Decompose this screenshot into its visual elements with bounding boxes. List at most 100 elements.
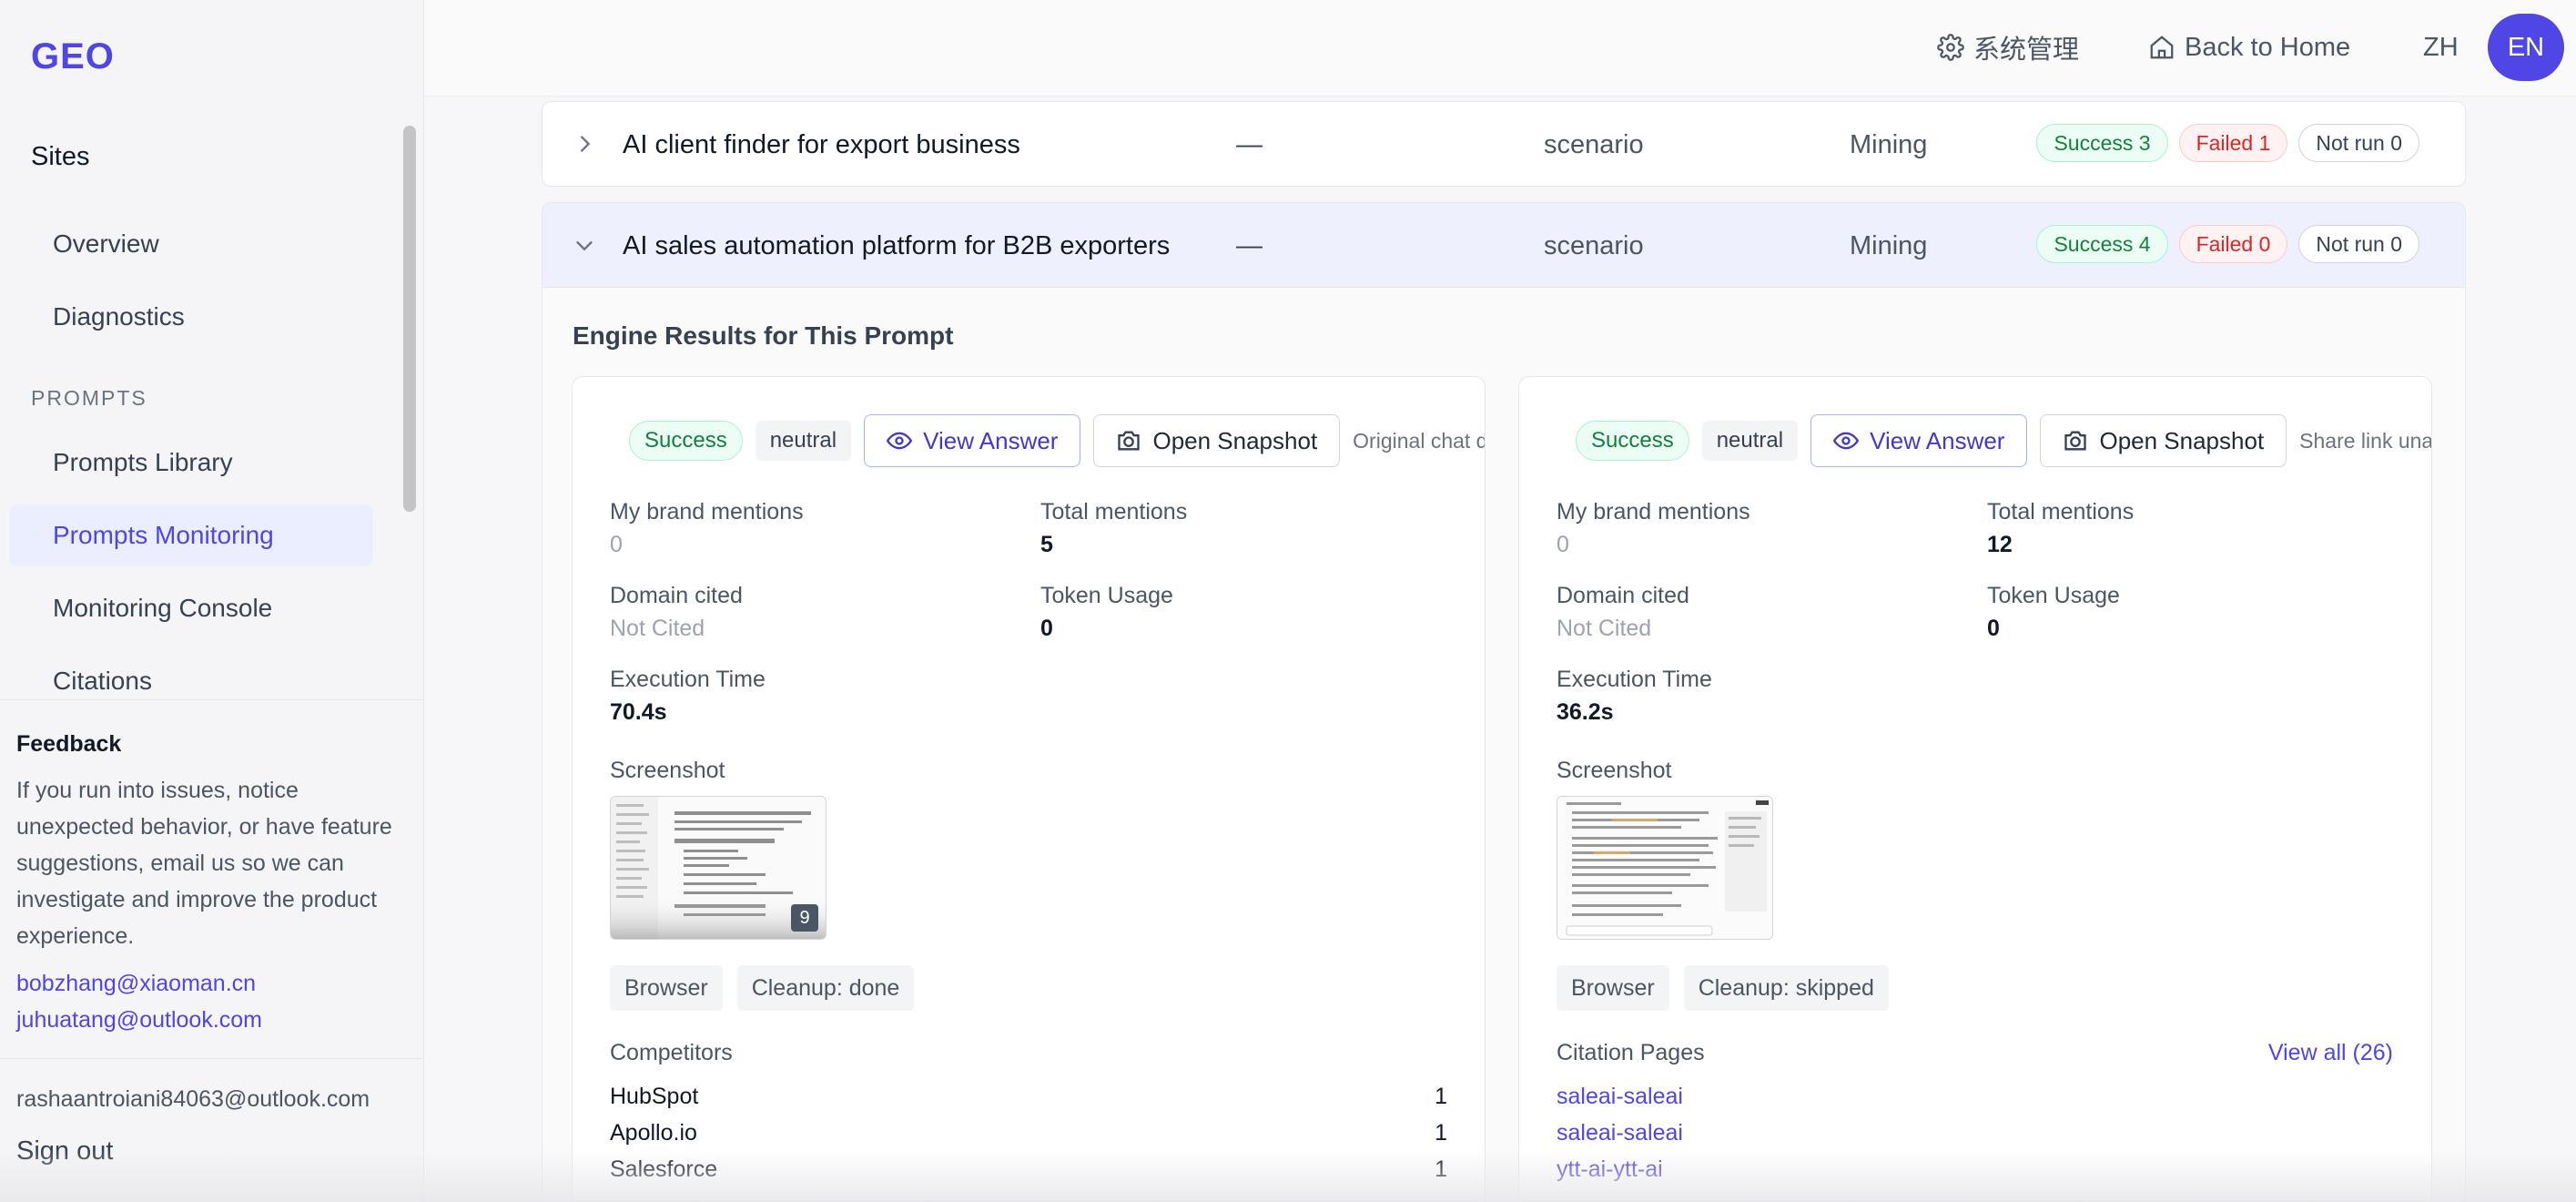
failed-badge: Failed 1	[2178, 124, 2288, 162]
app-logo[interactable]: GEO	[31, 36, 115, 77]
total-mentions-label: Total mentions	[1040, 499, 1188, 525]
panel-title: Engine Results for This Prompt	[573, 321, 954, 350]
prompt-brand: —	[1236, 231, 1263, 260]
failed-badge: Failed 0	[2178, 225, 2288, 263]
total-mentions-value: 5	[1040, 532, 1053, 557]
prompt-row[interactable]: AI client finder for export business — s…	[542, 101, 2466, 187]
account-section: rashaantroiani84063@outlook.com Sign out	[0, 1058, 424, 1166]
sidebar-scroll-thumb[interactable]	[403, 126, 416, 512]
prompt-name: AI sales automation platform for B2B exp…	[623, 231, 1171, 260]
sidebar-item-overview[interactable]: Overview	[9, 213, 373, 275]
sidebar-item-citations[interactable]: Citations	[9, 650, 373, 701]
sidebar-item-prompts-monitoring[interactable]: Prompts Monitoring	[9, 504, 373, 566]
domain-cited-value: Not Cited	[610, 616, 705, 641]
prompt-mode: Mining	[1850, 231, 1928, 260]
back-home-button[interactable]: Back to Home	[2148, 27, 2350, 67]
competitor-name: HubSpot	[610, 1084, 699, 1109]
gear-icon	[1937, 34, 1964, 61]
screenshot-thumbnail[interactable]: 9	[610, 796, 827, 940]
citation-link[interactable]: ytt-ai-ytt-ai	[1557, 1156, 1663, 1183]
view-answer-button[interactable]: View Answer	[1810, 414, 2028, 467]
view-answer-label: View Answer	[923, 426, 1059, 454]
camera-icon	[1118, 431, 1141, 451]
success-badge: Success 4	[2036, 225, 2168, 263]
prompt-type: scenario	[1544, 130, 1644, 159]
open-snapshot-label: Open Snapshot	[2099, 426, 2265, 454]
token-usage-label: Token Usage	[1987, 583, 2120, 608]
execution-time-value: 70.4s	[610, 699, 667, 725]
token-usage-value: 0	[1987, 616, 2000, 641]
eye-icon	[1833, 432, 1860, 450]
competitor-count: 1	[1435, 1156, 1447, 1182]
lang-en-button[interactable]: EN	[2488, 14, 2564, 81]
feedback-title: Feedback	[16, 731, 122, 757]
account-email: rashaantroiani84063@outlook.com	[16, 1086, 370, 1112]
screenshot-thumbnail[interactable]	[1557, 796, 1773, 940]
execution-time-label: Execution Time	[610, 667, 766, 692]
execution-time-label: Execution Time	[1557, 667, 1712, 692]
card-toolbar: Success neutral View Answer Open Snapsho…	[1576, 414, 2432, 467]
competitor-row: Salesforce 1	[610, 1156, 1447, 1193]
card-toolbar: Success neutral View Answer Open Snapsho…	[629, 414, 1486, 467]
cleanup-chip: Cleanup: skipped	[1683, 965, 1889, 1011]
domain-cited-label: Domain cited	[610, 583, 743, 608]
sign-out-button[interactable]: Sign out	[16, 1136, 408, 1166]
competitor-name: Salesforce	[610, 1156, 718, 1182]
admin-settings-button[interactable]: 系统管理	[1937, 27, 2079, 67]
brand-mentions-label: My brand mentions	[1557, 499, 1750, 525]
status-badge: Success	[629, 421, 743, 461]
competitor-name: Apollo.io	[610, 1120, 697, 1146]
sentiment-tag: neutral	[755, 421, 852, 461]
total-mentions-label: Total mentions	[1987, 499, 2135, 525]
not-run-badge: Not run 0	[2298, 124, 2419, 162]
open-snapshot-button[interactable]: Open Snapshot	[2040, 414, 2287, 467]
sidebar-item-monitoring-console[interactable]: Monitoring Console	[9, 577, 373, 639]
eye-icon	[887, 432, 913, 450]
feedback-email-link[interactable]: juhuatang@outlook.com	[16, 1002, 408, 1038]
competitor-count: 1	[1435, 1084, 1447, 1109]
card-chips: Browser Cleanup: skipped	[1557, 965, 1889, 1011]
prompt-row-expanded[interactable]: AI sales automation platform for B2B exp…	[542, 202, 2466, 288]
chevron-right-icon[interactable]	[572, 131, 597, 157]
engine-result-card: Success neutral View Answer Open Snapsho…	[1518, 376, 2432, 1202]
home-icon	[2150, 36, 2174, 59]
token-usage-value: 0	[1040, 616, 1053, 641]
feedback-email-link[interactable]: bobzhang@xiaoman.cn	[16, 965, 408, 1002]
chevron-down-icon[interactable]	[572, 232, 597, 258]
status-badge: Success	[1576, 421, 1689, 461]
sidebar-nav: Sites Overview Diagnostics PROMPTS Promp…	[0, 118, 397, 701]
cleanup-chip: Cleanup: done	[736, 965, 915, 1011]
sidebar-item-prompts-library[interactable]: Prompts Library	[9, 432, 373, 494]
token-usage-label: Token Usage	[1040, 583, 1173, 608]
domain-cited-label: Domain cited	[1557, 583, 1689, 608]
prompt-status-badges: Success 3 Failed 1 Not run 0	[2036, 124, 2419, 162]
screenshot-label: Screenshot	[610, 758, 725, 783]
admin-label: 系统管理	[1973, 36, 2080, 65]
card-note: Original chat de	[1353, 428, 1486, 453]
competitors-title: Competitors	[610, 1040, 733, 1065]
card-note: Share link unav	[2299, 428, 2432, 453]
open-snapshot-button[interactable]: Open Snapshot	[1093, 414, 1341, 467]
screenshot-preview-graphic	[1557, 797, 1772, 939]
nav-group-sites[interactable]: Sites	[31, 142, 89, 172]
competitor-row: Apollo.io 1	[610, 1120, 1447, 1156]
nav-section-prompts: PROMPTS	[31, 386, 147, 410]
lang-zh-button[interactable]: ZH	[2423, 27, 2459, 67]
citation-link[interactable]: saleai-saleai	[1557, 1084, 1683, 1110]
view-all-citations-link[interactable]: View all (26)	[2268, 1040, 2393, 1066]
total-mentions-value: 12	[1987, 532, 2013, 557]
citation-pages-title: Citation Pages	[1557, 1040, 1705, 1065]
prompt-mode: Mining	[1850, 130, 1928, 159]
feedback-section: Feedback If you run into issues, notice …	[0, 699, 424, 1038]
brand-mentions-value: 0	[1557, 532, 1569, 557]
browser-chip: Browser	[1557, 965, 1669, 1011]
screenshot-count-badge: 9	[791, 904, 818, 932]
view-answer-label: View Answer	[1870, 426, 2005, 454]
sidebar-item-diagnostics[interactable]: Diagnostics	[9, 286, 373, 348]
not-run-badge: Not run 0	[2298, 225, 2419, 263]
view-answer-button[interactable]: View Answer	[864, 414, 1081, 467]
competitor-count: 1	[1435, 1120, 1447, 1146]
citation-link[interactable]: saleai-saleai	[1557, 1120, 1683, 1146]
prompt-type: scenario	[1544, 231, 1644, 260]
competitor-row: HubSpot 1	[610, 1084, 1447, 1120]
